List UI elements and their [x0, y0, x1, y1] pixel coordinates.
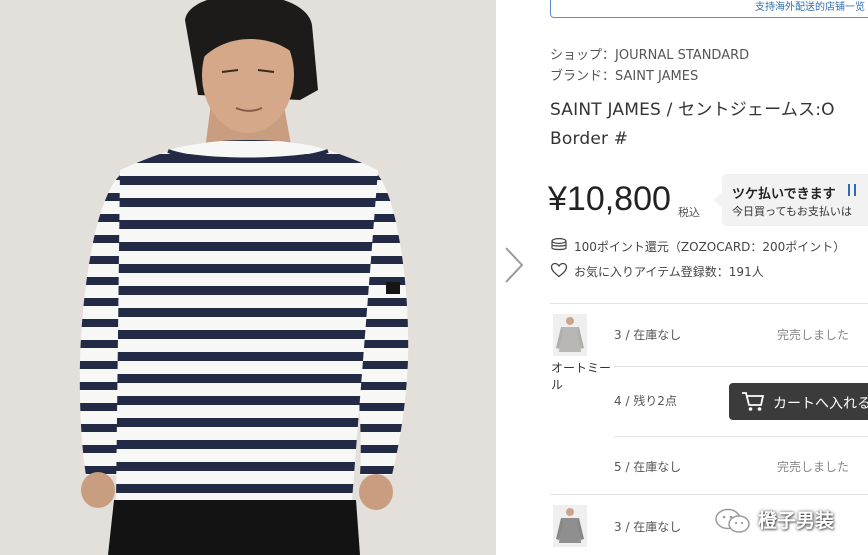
size-stock-label: 5 / 在庫なし	[614, 460, 682, 474]
brand-link[interactable]: SAINT JAMES	[615, 69, 698, 84]
deferred-payment-subtitle: 今日買ってもお支払いは	[732, 205, 852, 218]
color-swatch-gray[interactable]	[553, 505, 587, 547]
divider	[614, 366, 868, 367]
shop-info: ショップ：JOURNAL STANDARD	[550, 44, 749, 63]
color-swatch-oatmeal[interactable]	[553, 314, 587, 356]
add-to-cart-button[interactable]: カートへ入れる	[729, 383, 868, 420]
product-price: ¥10,800	[548, 180, 671, 218]
model-illustration	[0, 0, 496, 555]
cart-icon	[742, 392, 765, 411]
watermark-text: 橙子男装	[758, 510, 835, 532]
divider	[550, 494, 868, 495]
deferred-payment-title: ツケ払いできます	[732, 187, 836, 202]
points-info: 100ポイント還元（ZOZOCARD：200ポイント）	[550, 237, 846, 255]
overseas-shipping-banner[interactable]: 支持海外配送的店铺一览	[550, 0, 868, 18]
brand-info: ブランド：SAINT JAMES	[550, 65, 698, 84]
info-icon	[848, 184, 856, 196]
product-title: SAINT JAMES / セントジェームス:O Border #	[550, 100, 835, 149]
deferred-payment-info[interactable]: ツケ払いできます 今日買ってもお支払いは	[714, 174, 868, 226]
size-stock-label: 3 / 在庫なし	[614, 328, 682, 342]
shop-link[interactable]: JOURNAL STANDARD	[615, 48, 749, 63]
product-image[interactable]	[0, 0, 496, 555]
brand-label: ブランド：	[550, 69, 616, 84]
sold-out-label: 完売しました	[777, 460, 850, 474]
shop-label: ショップ：	[550, 48, 616, 63]
size-stock-label: 3 / 在庫なし	[614, 520, 682, 534]
divider	[614, 436, 868, 437]
size-stock-label: 4 / 残り2点	[614, 394, 677, 408]
favorites-info[interactable]: お気に入りアイテム登録数：191人	[550, 262, 764, 281]
favorites-count: お気に入りアイテム登録数：191人	[574, 265, 764, 279]
tax-label: 税込	[678, 206, 700, 219]
coin-stack-icon	[550, 237, 568, 255]
color-name: オートミール	[551, 361, 612, 392]
add-to-cart-label: カートへ入れる	[773, 396, 868, 412]
points-text: 100ポイント還元（ZOZOCARD：200ポイント）	[574, 240, 846, 254]
divider	[550, 303, 868, 304]
next-image-chevron-icon[interactable]	[502, 245, 526, 285]
overseas-shipping-link[interactable]: 支持海外配送的店铺一览	[755, 0, 865, 13]
heart-icon[interactable]	[550, 262, 568, 281]
sold-out-label: 完売しました	[777, 328, 850, 342]
wechat-logo-icon	[714, 508, 752, 538]
